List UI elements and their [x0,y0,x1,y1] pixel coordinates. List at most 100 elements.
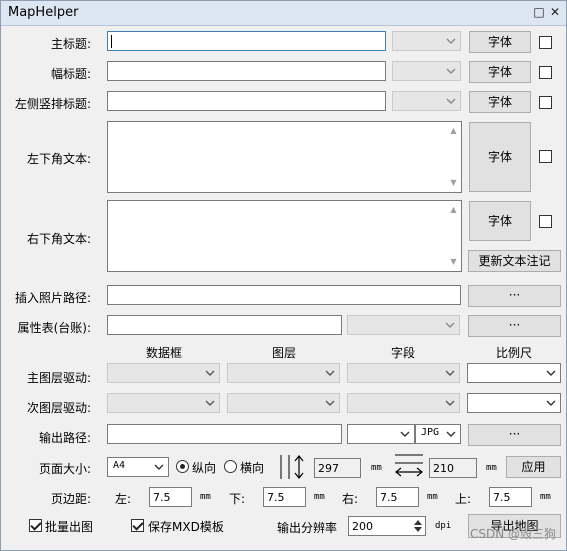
bottom-left-text-label: 左下角文本: [26,152,91,166]
main-field-select[interactable] [347,363,460,383]
dpi-stepper[interactable]: 200 [348,516,426,536]
main-title-label: 主标题: [50,37,91,51]
chevron-down-icon [205,400,215,406]
margin-left-field[interactable]: 7.5 [149,487,192,507]
save-mxd-label: 保存MXD模板 [148,520,224,534]
font-button-label: 字体 [487,150,512,164]
chevron-down-icon [446,431,456,437]
watermark: CSDN @毁三狗 [469,527,556,541]
close-icon[interactable]: ✕ [548,5,562,19]
batch-export-label: 批量出图 [45,520,94,534]
portrait-radio[interactable] [176,460,189,473]
bottom-left-font-button[interactable]: 字体 [469,122,531,192]
main-title-input[interactable] [107,31,386,51]
margin-left-label: 左: [115,492,132,506]
scroll-up-icon[interactable]: ▲ [446,124,461,138]
main-title-font-size-select[interactable] [392,31,461,51]
sub-scale-select[interactable] [467,393,561,413]
vertical-title-font-size-select[interactable] [392,91,461,111]
main-title-font-button[interactable]: 字体 [469,31,531,53]
apply-button-label: 应用 [521,460,546,474]
main-dataframe-select[interactable] [107,363,220,383]
chevron-down-icon [446,38,456,44]
page-width-value: 210 [433,462,454,475]
apply-button[interactable]: 应用 [506,456,561,478]
landscape-radio[interactable] [224,460,237,473]
batch-export-checkbox[interactable] [29,519,42,532]
margin-right-value: 7.5 [380,491,398,504]
sub-title-checkbox[interactable] [539,66,552,79]
scrollbar[interactable]: ▲ ▼ [446,201,461,271]
output-browse-button[interactable]: ··· [468,424,561,446]
photo-browse-button[interactable]: ··· [468,285,561,307]
column-header-dataframe: 数据框 [146,346,183,360]
update-text-button[interactable]: 更新文本注记 [468,250,561,272]
font-button-label: 字体 [487,214,512,228]
attr-table-browse-button[interactable]: ··· [468,315,561,337]
page-width-field[interactable]: 210 [429,458,477,478]
main-layer-select[interactable] [227,363,340,383]
margin-top-field[interactable]: 7.5 [489,487,532,507]
page-height-value: 297 [318,462,339,475]
bottom-left-textarea[interactable]: ▲ ▼ [107,121,462,193]
title-bar: MapHelper □ ✕ [1,1,566,26]
width-unit: mm [486,463,497,473]
margin-bottom-value: 7.5 [267,491,285,504]
sub-dataframe-select[interactable] [107,393,220,413]
stepper-arrows-icon[interactable] [413,519,423,533]
scrollbar[interactable]: ▲ ▼ [446,122,461,192]
scroll-down-icon[interactable]: ▼ [446,176,461,190]
page-height-field[interactable]: 297 [314,458,361,478]
chevron-down-icon [325,370,335,376]
font-button-label: 字体 [487,95,512,109]
margin-top-value: 7.5 [493,491,511,504]
scroll-down-icon[interactable]: ▼ [446,255,461,269]
update-text-button-label: 更新文本注记 [478,254,551,268]
landscape-label: 横向 [240,461,265,475]
restore-icon[interactable]: □ [532,5,546,19]
dpi-unit: dpi [435,521,452,531]
main-layer-label: 主图层驱动: [26,371,91,385]
attr-table-input[interactable] [107,315,342,335]
attr-table-label: 属性表(台账): [17,321,91,335]
main-scale-select[interactable] [467,363,561,383]
output-folder-select[interactable] [347,424,415,444]
sub-layer-select[interactable] [227,393,340,413]
chevron-down-icon [446,68,456,74]
sub-title-input[interactable] [107,61,386,81]
chevron-down-icon [400,431,410,437]
column-header-field: 字段 [391,346,416,360]
margin-bottom-field[interactable]: 7.5 [263,487,306,507]
vertical-title-input[interactable] [107,91,386,111]
page-size-label: 页面大小: [38,462,91,476]
vertical-title-font-button[interactable]: 字体 [469,91,531,113]
sub-title-font-button[interactable]: 字体 [469,61,531,83]
margin-bottom-unit: mm [314,492,325,502]
sub-title-font-size-select[interactable] [392,61,461,81]
save-mxd-checkbox[interactable] [131,519,144,532]
output-format-value: JPG [421,427,440,438]
main-title-checkbox[interactable] [539,36,552,49]
scroll-up-icon[interactable]: ▲ [446,203,461,217]
bottom-left-checkbox[interactable] [539,150,552,163]
output-path-input[interactable] [107,424,342,444]
margin-top-label: 上: [455,492,472,506]
margin-right-field[interactable]: 7.5 [376,487,419,507]
browse-button-label: ··· [508,288,521,302]
vertical-title-checkbox[interactable] [539,96,552,109]
photo-path-label: 插入照片路径: [14,291,91,305]
output-format-select[interactable]: JPG [415,424,461,444]
bottom-right-font-button[interactable]: 字体 [469,201,531,241]
chevron-down-icon [446,98,456,104]
attr-table-sheet-select[interactable] [347,315,460,335]
page-size-value: A4 [113,460,126,471]
bottom-right-checkbox[interactable] [539,215,552,228]
chevron-down-icon [546,400,556,406]
bottom-right-textarea[interactable]: ▲ ▼ [107,200,462,272]
page-size-select[interactable]: A4 [107,457,169,477]
column-header-scale: 比例尺 [496,346,533,360]
photo-path-input[interactable] [107,285,461,305]
column-header-layer: 图层 [272,346,297,360]
vertical-title-label: 左侧竖排标题: [14,97,91,111]
sub-field-select[interactable] [347,393,460,413]
